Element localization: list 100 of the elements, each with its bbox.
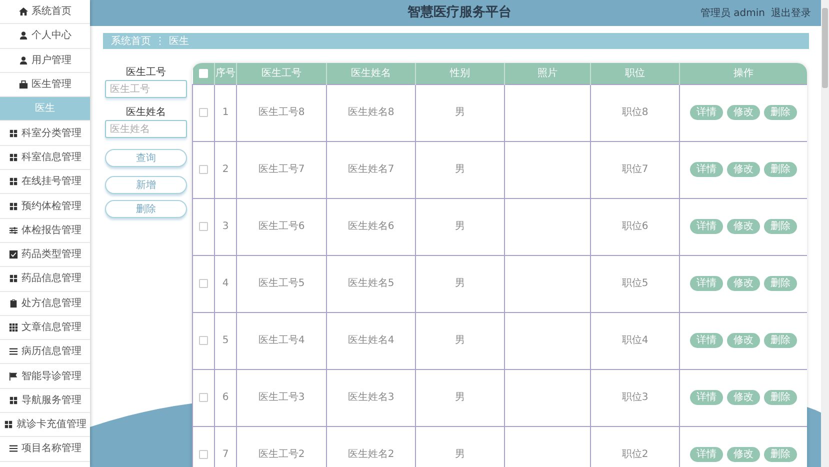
input-field[interactable]: 医生工号 [105, 80, 187, 98]
table-cell: 职位6 [622, 221, 648, 232]
table-cell: 医生工号3 [258, 392, 305, 403]
table-cell: 职位4 [622, 335, 648, 346]
table-cell: 医生姓名5 [348, 278, 394, 289]
column-header: 医生工号 [236, 63, 326, 84]
table-cell: 医生姓名7 [348, 164, 394, 175]
user-icon [18, 56, 28, 65]
table-cell: 男 [455, 164, 465, 175]
check-square-icon [8, 250, 18, 260]
delete-button[interactable]: 删除 [764, 105, 797, 120]
briefcase-icon [18, 80, 28, 90]
table-cell: 2 [222, 164, 229, 175]
table-cell: 医生姓名6 [348, 221, 394, 232]
row-checkbox[interactable] [199, 336, 208, 345]
page-title: 智慧医疗服务平台 [408, 4, 512, 22]
field-label: 医生姓名 [125, 106, 167, 120]
table-cell: 医生工号5 [258, 278, 305, 289]
list-icon [8, 347, 18, 356]
table-cell: 医生工号6 [258, 221, 305, 232]
details-button[interactable]: 详情 [690, 390, 723, 405]
edit-button[interactable]: 修改 [727, 219, 760, 234]
table-cell: 职位7 [622, 164, 648, 175]
details-button[interactable]: 详情 [690, 162, 723, 177]
column-header: 性别 [416, 63, 504, 84]
edit-button[interactable]: 修改 [727, 162, 760, 177]
search-button[interactable]: 查询 [105, 149, 187, 167]
breadcrumb-separator: ⋮ [155, 34, 165, 48]
details-button[interactable]: 详情 [690, 105, 723, 120]
table-cell: 3 [222, 221, 229, 232]
details-button[interactable]: 详情 [690, 447, 723, 462]
row-checkbox[interactable] [199, 222, 208, 231]
flag-icon [8, 372, 18, 381]
edit-button[interactable]: 修改 [727, 390, 760, 405]
table-cell: 男 [455, 392, 465, 403]
table-cell: 5 [222, 335, 229, 346]
user-icon [18, 31, 28, 40]
delete-button[interactable]: 删除 [764, 333, 797, 348]
delete-button[interactable]: 删除 [764, 162, 797, 177]
grid-icon [8, 202, 18, 211]
table-cell: 男 [455, 335, 465, 346]
table-cell: 男 [455, 221, 465, 232]
logout-link[interactable]: 退出登录 [771, 6, 811, 20]
add-button[interactable]: 新增 [105, 176, 187, 194]
table-cell: 医生工号2 [258, 449, 305, 460]
list-icon [8, 444, 18, 454]
table-cell: 1 [222, 107, 229, 118]
column-header: 序号 [214, 63, 236, 84]
grid-icon [8, 177, 18, 186]
table-cell: 医生工号8 [258, 107, 305, 118]
field-label: 医生工号 [125, 66, 167, 80]
column-header: 操作 [680, 63, 807, 84]
row-checkbox[interactable] [199, 392, 208, 402]
table-cell: 6 [222, 392, 229, 403]
grid-icon [8, 274, 18, 284]
sidebar-item[interactable]: 医生 [0, 97, 90, 122]
grid-icon [8, 323, 18, 332]
table-cell: 医生工号4 [258, 335, 305, 346]
edit-button[interactable]: 修改 [727, 447, 760, 462]
scrollbar[interactable] [821, 0, 829, 467]
user-label: 管理员 admin [700, 6, 765, 20]
grid-icon [4, 420, 12, 430]
row-checkbox[interactable] [199, 108, 208, 117]
table-cell: 医生姓名3 [348, 392, 394, 403]
table-cell: 职位8 [622, 107, 648, 118]
breadcrumb-link[interactable]: 医生 [169, 34, 189, 48]
sliders-icon [8, 226, 18, 235]
grid-icon [8, 396, 18, 405]
column-header: 照片 [504, 63, 590, 84]
edit-button[interactable]: 修改 [727, 276, 760, 291]
table-cell: 职位3 [622, 392, 648, 403]
table-cell: 医生工号7 [258, 164, 305, 175]
table-cell: 男 [455, 278, 465, 289]
delete-button[interactable]: 删除 [764, 390, 797, 405]
grid-icon [8, 152, 18, 162]
details-button[interactable]: 详情 [690, 276, 723, 291]
details-button[interactable]: 详情 [690, 333, 723, 348]
table-cell: 男 [455, 449, 465, 460]
delete-button[interactable]: 删除 [764, 276, 797, 291]
edit-button[interactable]: 修改 [727, 333, 760, 348]
clipboard-icon [8, 298, 18, 308]
row-checkbox[interactable] [199, 450, 208, 459]
delete-button[interactable]: 删除 [764, 219, 797, 234]
delete-button[interactable]: 删除 [105, 200, 187, 218]
details-button[interactable]: 详情 [690, 219, 723, 234]
column-header: 医生姓名 [326, 63, 416, 84]
table-cell: 职位2 [622, 449, 648, 460]
input-field[interactable]: 医生姓名 [105, 120, 187, 138]
home-icon [18, 7, 28, 16]
table-cell: 职位5 [622, 278, 648, 289]
select-all-checkbox[interactable] [198, 68, 208, 78]
table-cell: 7 [222, 449, 229, 460]
row-checkbox[interactable] [199, 278, 208, 288]
delete-button[interactable]: 删除 [764, 447, 797, 462]
column-header: 职位 [590, 63, 680, 84]
edit-button[interactable]: 修改 [727, 105, 760, 120]
breadcrumb-link[interactable]: 系统首页 [111, 34, 151, 48]
row-checkbox[interactable] [199, 164, 208, 174]
table-cell: 4 [222, 278, 229, 289]
table-cell: 医生姓名2 [348, 449, 394, 460]
